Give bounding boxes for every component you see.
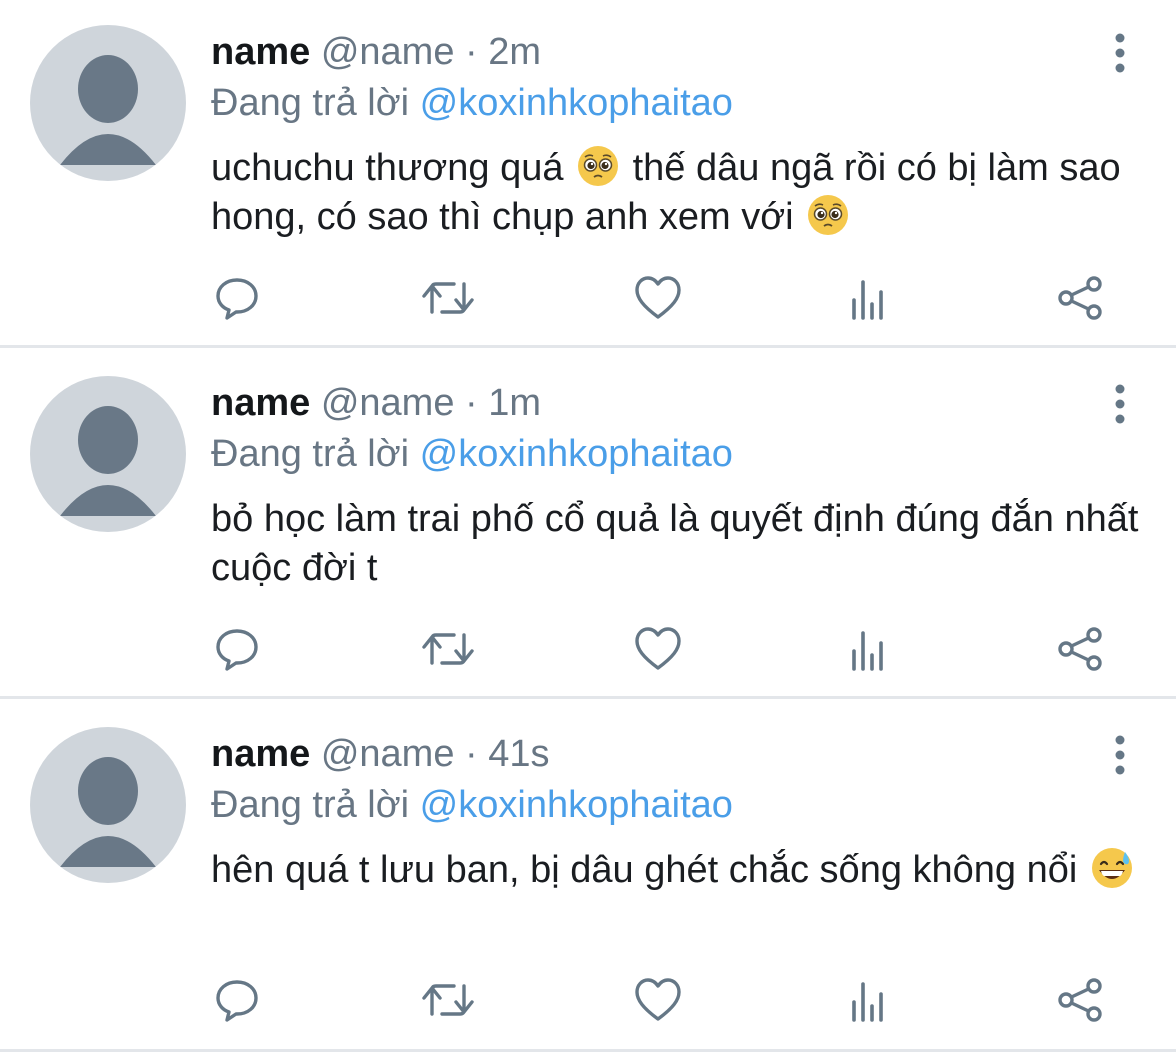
share-icon [1058, 276, 1102, 320]
display-name[interactable]: name [211, 382, 310, 424]
timestamp[interactable]: 2m [488, 31, 541, 73]
user-handle[interactable]: @name [321, 382, 455, 424]
default-avatar-icon [60, 757, 156, 867]
reply-bubble-icon [216, 278, 258, 320]
share-button[interactable] [1050, 970, 1110, 1030]
reply-button[interactable] [207, 970, 267, 1030]
reply-button[interactable] [207, 619, 267, 679]
tweet-actions [0, 268, 1176, 328]
views-bar-chart-icon [852, 631, 883, 671]
tweet-text-part: bỏ học làm trai phố cổ quả là quyết định… [211, 498, 1139, 589]
tweet-item[interactable]: name @name · 41s Đang trả lời @koxinhkop… [0, 702, 1176, 1052]
pleading-face-emoji [576, 144, 620, 188]
views-button[interactable] [838, 619, 898, 679]
retweet-button[interactable] [418, 268, 478, 328]
reply-context: Đang trả lời @koxinhkophaitao [211, 79, 733, 127]
user-handle[interactable]: @name [321, 31, 455, 73]
tweet-text-part: hên quá t lưu ban, bị dâu ghét chắc sống… [211, 849, 1088, 891]
retweet-icon [422, 984, 474, 1016]
grinning-sweat-emoji [1090, 846, 1134, 890]
timestamp[interactable]: 41s [488, 733, 549, 775]
share-icon [1058, 978, 1102, 1022]
reply-mention-link[interactable]: @koxinhkophaitao [420, 82, 733, 124]
display-name[interactable]: name [211, 31, 310, 73]
tweet-text: hên quá t lưu ban, bị dâu ghét chắc sống… [211, 846, 1141, 895]
views-button[interactable] [838, 268, 898, 328]
views-button[interactable] [838, 970, 898, 1030]
display-name[interactable]: name [211, 733, 310, 775]
reply-prefix: Đang trả lời [211, 82, 410, 124]
reply-context: Đang trả lời @koxinhkophaitao [211, 781, 733, 829]
reply-button[interactable] [207, 268, 267, 328]
tweet-header: name @name · 2m [211, 28, 541, 76]
like-button[interactable] [628, 619, 688, 679]
tweet-item[interactable]: name @name · 2m Đang trả lời @koxinhkoph… [0, 0, 1176, 348]
tweet-actions [0, 970, 1176, 1030]
more-vertical-icon [1115, 384, 1125, 424]
retweet-button[interactable] [418, 619, 478, 679]
reply-mention-link[interactable]: @koxinhkophaitao [420, 433, 733, 475]
tweet-text-part: uchuchu thương quá [211, 147, 575, 189]
views-bar-chart-icon [852, 982, 883, 1022]
reply-mention-link[interactable]: @koxinhkophaitao [420, 784, 733, 826]
default-avatar-icon [60, 55, 156, 165]
timestamp[interactable]: 1m [488, 382, 541, 424]
share-button[interactable] [1050, 619, 1110, 679]
retweet-icon [422, 282, 474, 314]
tweet-header: name @name · 41s [211, 730, 550, 778]
avatar[interactable] [30, 376, 186, 532]
separator-dot: · [465, 382, 478, 424]
user-handle[interactable]: @name [321, 733, 455, 775]
share-icon [1058, 627, 1102, 671]
reply-prefix: Đang trả lời [211, 784, 410, 826]
heart-icon [635, 276, 681, 319]
like-button[interactable] [628, 970, 688, 1030]
more-options-button[interactable] [1108, 734, 1132, 776]
more-vertical-icon [1115, 735, 1125, 775]
separator-dot: · [465, 733, 478, 775]
reply-bubble-icon [216, 980, 258, 1022]
views-bar-chart-icon [852, 280, 883, 320]
pleading-face-emoji [806, 193, 850, 237]
more-options-button[interactable] [1108, 383, 1132, 425]
more-vertical-icon [1115, 33, 1125, 73]
default-avatar-icon [60, 406, 156, 516]
reply-bubble-icon [216, 629, 258, 671]
heart-icon [635, 978, 681, 1021]
separator-dot: · [465, 31, 478, 73]
tweet-text: bỏ học làm trai phố cổ quả là quyết định… [211, 495, 1141, 593]
avatar[interactable] [30, 727, 186, 883]
avatar[interactable] [30, 25, 186, 181]
share-button[interactable] [1050, 268, 1110, 328]
tweet-item[interactable]: name @name · 1m Đang trả lời @koxinhkoph… [0, 351, 1176, 699]
retweet-icon [422, 633, 474, 665]
reply-prefix: Đang trả lời [211, 433, 410, 475]
tweet-actions [0, 619, 1176, 679]
tweet-text: uchuchu thương quá thế dâu ngã rồi có bị… [211, 144, 1141, 242]
tweet-header: name @name · 1m [211, 379, 541, 427]
like-button[interactable] [628, 268, 688, 328]
retweet-button[interactable] [418, 970, 478, 1030]
more-options-button[interactable] [1108, 32, 1132, 74]
reply-context: Đang trả lời @koxinhkophaitao [211, 430, 733, 478]
heart-icon [635, 627, 681, 670]
